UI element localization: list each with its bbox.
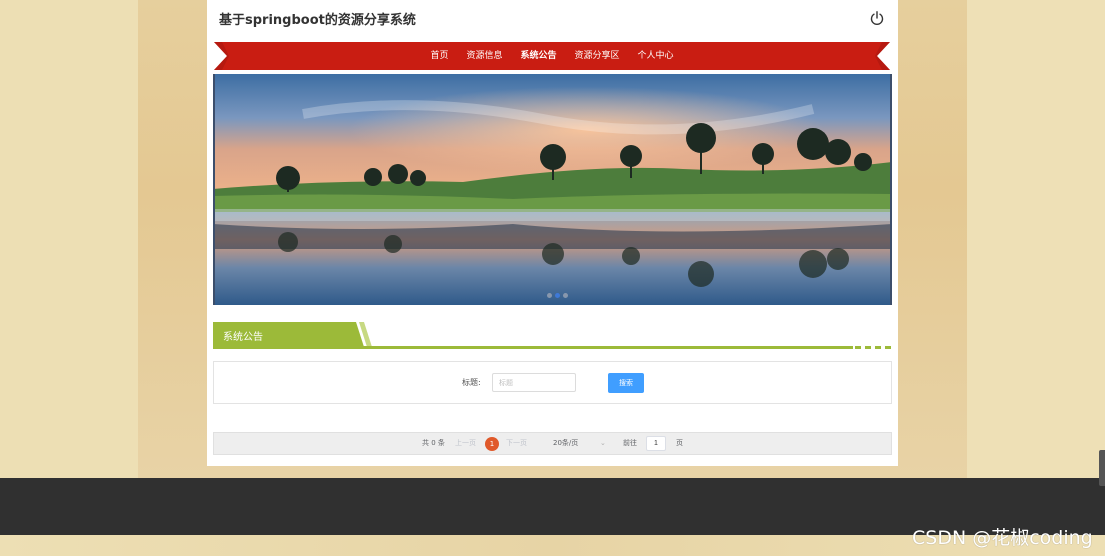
banner-carousel[interactable] xyxy=(213,74,892,305)
watermark: CSDN @花椒coding xyxy=(912,527,1093,549)
pagination-jump-input[interactable] xyxy=(646,436,666,451)
page-container: 基于springboot的资源分享系统 首页 资源信息 系统公告 资源分享区 个… xyxy=(207,0,898,466)
page-size-select[interactable]: 20条/页 ⌄ xyxy=(548,436,612,451)
nav-item-home[interactable]: 首页 xyxy=(421,42,457,70)
side-scroll-tab[interactable] xyxy=(1099,450,1105,486)
pagination-next-button[interactable]: 下一页 xyxy=(506,433,527,454)
site-title: 基于springboot的资源分享系统 xyxy=(219,13,416,28)
section-header: 系统公告 xyxy=(213,322,892,350)
carousel-dot[interactable] xyxy=(547,293,552,298)
section-title: 系统公告 xyxy=(223,332,263,343)
title-label: 标题: xyxy=(462,378,481,387)
title-search-input[interactable] xyxy=(492,373,576,392)
pagination-total: 共 0 条 xyxy=(422,439,445,447)
search-panel: 标题: 搜索 xyxy=(213,361,892,404)
background-right xyxy=(967,0,1105,556)
pagination: 共 0 条 上一页 1 下一页 20条/页 ⌄ 前往 页 xyxy=(213,432,892,455)
nav-item-personal-center[interactable]: 个人中心 xyxy=(629,42,683,70)
carousel-dot[interactable] xyxy=(563,293,568,298)
banner-image xyxy=(213,74,892,305)
page-size-value: 20条/页 xyxy=(553,439,579,447)
nav-item-announcements[interactable]: 系统公告 xyxy=(511,38,565,70)
carousel-dot-active[interactable] xyxy=(555,293,560,298)
pagination-page-suffix: 页 xyxy=(676,439,683,447)
nav-items: 首页 资源信息 系统公告 资源分享区 个人中心 xyxy=(214,38,890,70)
header: 基于springboot的资源分享系统 xyxy=(207,0,898,38)
nav-item-resource-share[interactable]: 资源分享区 xyxy=(566,42,629,70)
pagination-goto-label: 前往 xyxy=(623,439,637,447)
section-header-decoration xyxy=(213,322,891,349)
background-left xyxy=(0,0,138,556)
chevron-down-icon: ⌄ xyxy=(600,439,606,447)
power-icon[interactable] xyxy=(869,10,885,26)
carousel-dots xyxy=(547,293,568,298)
pagination-page-1[interactable]: 1 xyxy=(485,437,499,451)
pagination-prev-button[interactable]: 上一页 xyxy=(455,433,476,454)
nav-item-resource-info[interactable]: 资源信息 xyxy=(457,42,511,70)
search-button[interactable]: 搜索 xyxy=(608,373,644,393)
main-nav: 首页 资源信息 系统公告 资源分享区 个人中心 xyxy=(214,38,890,70)
